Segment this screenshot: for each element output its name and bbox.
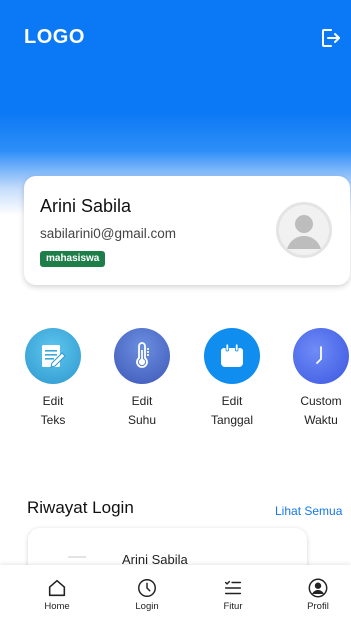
feature-edit-suhu[interactable]: Edit Suhu	[102, 328, 182, 430]
feature-label: Edit Teks	[40, 394, 66, 427]
nav-login[interactable]: Login	[117, 577, 177, 612]
edit-text-icon	[25, 328, 81, 384]
role-badge: mahasiswa	[40, 251, 106, 267]
nav-home[interactable]: Home	[27, 577, 87, 612]
history-clock-icon	[138, 579, 156, 597]
profile-card[interactable]: Arini Sabila sabilarini0@gmail.com mahas…	[24, 176, 350, 285]
nav-fitur[interactable]: Fitur	[203, 577, 263, 612]
feature-custom-waktu[interactable]: Custom Waktu	[281, 328, 351, 430]
feature-label: Custom Waktu	[300, 394, 342, 427]
see-all-link[interactable]: Lihat Semua	[275, 504, 342, 518]
profile-name: Arini Sabila	[40, 196, 132, 216]
feature-edit-teks[interactable]: Edit Teks	[13, 328, 93, 430]
feature-label: Edit Tanggal	[210, 394, 254, 427]
feature-label: Edit Suhu	[127, 394, 157, 427]
feature-edit-tanggal[interactable]: Edit Tanggal	[192, 328, 272, 430]
nav-profil[interactable]: Profil	[288, 577, 348, 612]
home-icon	[48, 579, 66, 597]
logout-icon[interactable]	[318, 26, 342, 50]
thermometer-icon	[114, 328, 170, 384]
app-logo: LOGO	[24, 26, 85, 48]
calendar-icon	[204, 328, 260, 384]
profile-icon	[308, 578, 328, 598]
login-history-title: Riwayat Login	[27, 498, 134, 517]
list-icon	[224, 580, 242, 595]
profile-email: sabilarini0@gmail.com	[40, 226, 177, 241]
clock-icon	[293, 328, 349, 384]
user-avatar-icon[interactable]	[276, 202, 332, 258]
bottom-navigation: Home Login Fitur Profil	[0, 565, 351, 617]
feature-shortcuts: Edit Teks Edit Suhu Edit Tanggal Custom …	[0, 328, 351, 438]
